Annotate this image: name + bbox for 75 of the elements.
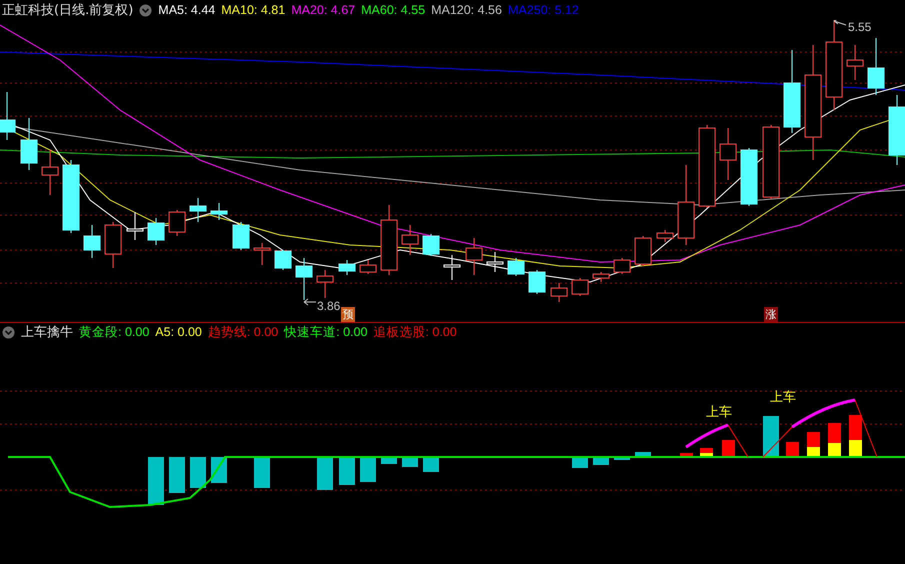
ma-legend-value: MA20: 4.67	[291, 3, 356, 17]
candlestick	[296, 258, 312, 300]
indicator-value: 快速车道: 0.00	[284, 324, 368, 340]
candlestick	[486, 252, 504, 272]
candlestick	[104, 222, 122, 268]
signal-marker: 预	[341, 307, 355, 322]
candlestick	[338, 260, 356, 276]
histogram-bar	[722, 440, 735, 457]
chart-title: 正虹科技(日线.前复权)	[2, 2, 134, 19]
histogram-bar	[317, 457, 333, 490]
candlestick	[190, 198, 206, 222]
candlestick	[634, 236, 652, 266]
histogram-bar	[148, 457, 164, 505]
candlestick	[254, 242, 270, 266]
dropdown-icon[interactable]	[139, 4, 152, 16]
histogram-bar	[360, 457, 376, 482]
indicator-value: 黄金段: 0.00	[79, 324, 150, 340]
histogram-bar	[614, 457, 630, 460]
histogram-bar	[635, 452, 651, 457]
dropdown-icon[interactable]	[2, 326, 15, 338]
candlestick	[210, 202, 228, 220]
candlestick	[126, 212, 144, 240]
candlestick	[360, 260, 376, 274]
candlestick	[0, 92, 16, 140]
candlestick	[168, 210, 186, 236]
high-price-label: 5.55	[848, 20, 872, 34]
histogram-bar	[423, 457, 439, 472]
histogram-bar	[786, 442, 799, 457]
buy-signal-label: 上车	[770, 389, 796, 406]
candlestick	[720, 128, 736, 180]
high-pointer-line	[834, 20, 846, 26]
ma-legend-value: MA250: 5.12	[508, 3, 579, 17]
candlestick	[380, 204, 398, 276]
indicator-value: 追板选股: 0.00	[373, 324, 457, 340]
indicator-value: 趋势线: 0.00	[208, 324, 278, 340]
candlestick	[508, 258, 524, 276]
histogram-bar	[572, 457, 588, 468]
histogram-bar	[680, 453, 693, 457]
candlestick	[656, 230, 674, 242]
candlestick	[466, 238, 482, 276]
buy-signal-label: 上车	[706, 404, 732, 421]
candlestick	[402, 224, 418, 256]
candlestick	[572, 278, 588, 296]
ma-legend-value: MA5: 4.44	[158, 3, 216, 17]
low-pointer-line	[304, 298, 316, 306]
histogram-bar	[763, 416, 779, 457]
candlestick	[550, 282, 568, 302]
candlestick	[84, 224, 100, 258]
candlestick	[444, 254, 460, 280]
candlestick	[614, 258, 630, 274]
candlestick	[740, 148, 758, 206]
histogram-bar	[339, 457, 355, 485]
candlestick	[592, 272, 610, 282]
candlestick	[20, 118, 38, 170]
low-price-label: 3.86	[317, 299, 340, 313]
histogram-bar	[254, 457, 270, 488]
ma-legend-value: MA60: 4.55	[361, 3, 426, 17]
histogram-bar	[169, 457, 185, 493]
candlestick	[422, 234, 440, 256]
candlestick	[148, 218, 164, 246]
candlestick	[232, 222, 250, 250]
ma-legend-value: MA120: 4.56	[431, 3, 502, 17]
indicator-title: 上车擒牛	[21, 324, 73, 341]
candlestick	[316, 270, 334, 298]
candlestick	[868, 38, 884, 96]
signal-marker: 涨	[764, 307, 778, 322]
candlestick	[888, 94, 905, 166]
candlestick	[274, 250, 292, 270]
ma-legend-value: MA10: 4.81	[221, 3, 286, 17]
histogram-bar	[402, 457, 418, 467]
candlestick	[846, 44, 864, 80]
histogram-bar	[190, 457, 206, 488]
candlestick	[528, 270, 546, 294]
candlestick	[42, 150, 58, 196]
indicator-value: A5: 0.00	[155, 325, 202, 339]
